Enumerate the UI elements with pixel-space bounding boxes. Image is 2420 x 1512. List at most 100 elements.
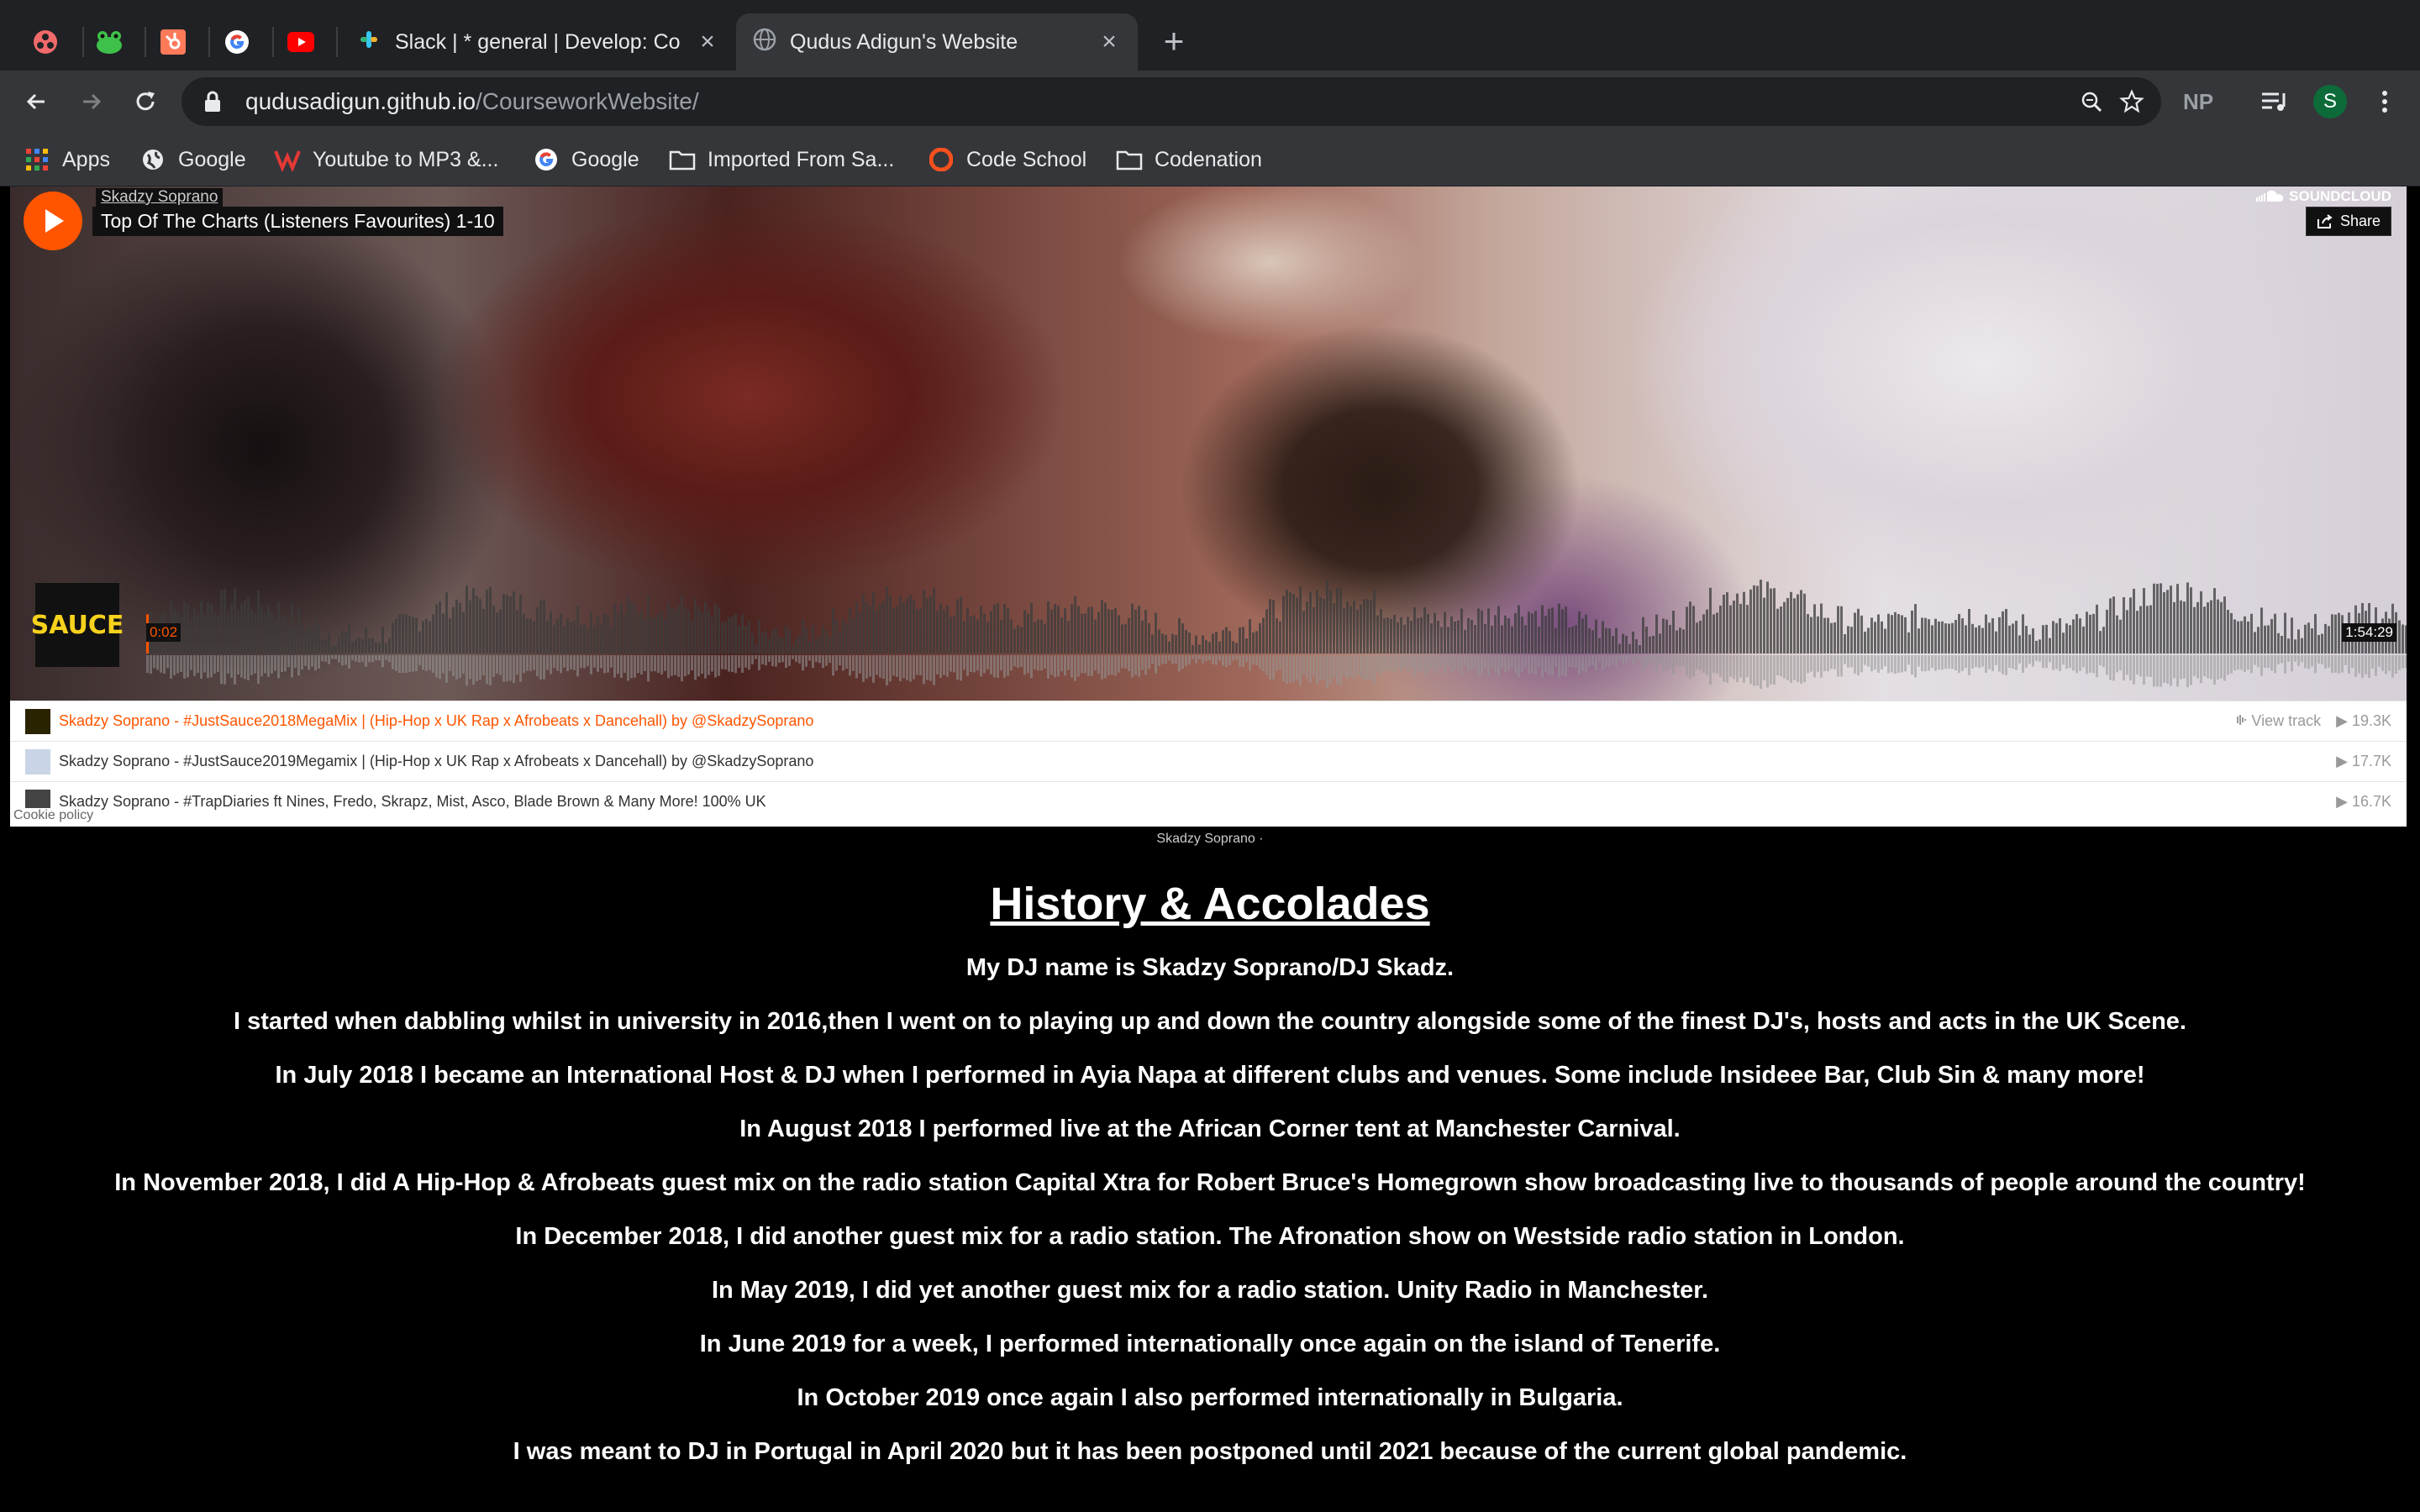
url-host: qudusadigun.github.io [245,88,476,114]
zoom-icon[interactable] [2075,86,2107,118]
view-track-link[interactable]: View track [2233,712,2321,730]
track-thumb [25,748,50,774]
track-list-title: Skadzy Soprano - #JustSauce2019Megamix |… [59,753,814,769]
share-button[interactable]: Share [2305,207,2391,236]
hubspot-icon[interactable] [150,18,197,66]
play-count: ▶ 16.7K [2336,793,2391,810]
tab-qudus-website[interactable]: Qudus Adigun's Website × [736,13,1138,71]
bookmark-label: Code School [966,147,1087,171]
ytmp3-icon [274,146,301,173]
bookmarks-bar: Apps Google Youtube to MP3 &... Google I… [0,133,2420,186]
track-list-item[interactable]: Skadzy Soprano - #TrapDiaries ft Nines, … [10,781,2407,822]
frog-icon[interactable] [86,18,133,66]
history-paragraph: In July 2018 I became an International H… [275,1062,2145,1089]
bookmark-youtube-mp3[interactable]: Youtube to MP3 &... [274,143,498,176]
folder-icon [669,146,696,173]
history-paragraph: In October 2019 once again I also perfor… [797,1384,1623,1411]
play-count-value: 17.7K [2351,753,2391,769]
url-path: /CourseworkWebsite/ [476,88,699,114]
star-icon[interactable] [2116,86,2148,118]
profile-initial: S [2313,85,2347,118]
browser-toolbar: qudusadigun.github.io/CourseworkWebsite/… [0,71,2420,133]
track-list-item[interactable]: Skadzy Soprano - #JustSauce2018MegaMix |… [10,701,2407,741]
back-button[interactable] [17,82,55,121]
google-icon [533,146,560,173]
np-extension-icon[interactable]: NP [2183,82,2213,121]
bookmark-google-1[interactable]: Google [139,143,246,176]
artwork-image: Skadzy Soprano Top Of The Charts (Listen… [10,186,2407,701]
tab-title: Slack | * general | Develop: Co [395,29,681,54]
current-time: 0:02 [146,623,182,642]
lock-icon[interactable] [200,89,225,114]
track-list: Skadzy Soprano - #JustSauce2018MegaMix |… [10,701,2407,827]
play-button[interactable] [24,192,82,250]
track-thumbnail[interactable]: SAUCE [31,583,124,667]
share-icon [2317,213,2333,228]
history-paragraph: In August 2018 I performed live at the A… [739,1116,1681,1142]
tab-strip: Slack | * general | Develop: Co × Qudus … [0,0,2420,71]
bookmark-label: Codenation [1155,147,1262,171]
bookmark-label: Google [571,147,639,171]
waveform-icon [2237,715,2247,725]
globe-icon [753,28,776,57]
soundcloud-logo-text: SOUNDCLOUD [2289,188,2391,204]
menu-icon[interactable] [2368,82,2402,121]
bookmark-google-2[interactable]: Google [533,143,639,176]
new-tab-button[interactable]: + [1155,21,1193,60]
bookmark-label: Imported From Sa... [708,147,895,171]
duration: 1:54:29 [2342,623,2396,642]
bookmark-label: Youtube to MP3 &... [313,147,499,171]
bookmark-label: Google [178,147,246,171]
address-bar[interactable]: qudusadigun.github.io/CourseworkWebsite/ [182,77,2161,126]
track-list-item[interactable]: Skadzy Soprano - #JustSauce2019Megamix |… [10,741,2407,781]
soundcloud-logo[interactable]: SOUNDCLOUD [2255,188,2391,205]
close-icon[interactable]: × [1097,28,1121,55]
play-count-value: 16.7K [2351,793,2391,810]
share-label: Share [2339,213,2381,229]
embed-credit[interactable]: Skadzy Soprano · [0,832,2420,847]
youtube-icon[interactable] [277,18,324,66]
forward-button[interactable] [72,82,111,121]
history-paragraph: I was meant to DJ in Portugal in April 2… [513,1438,1907,1465]
bookmark-folder-imported[interactable]: Imported From Sa... [669,143,894,176]
history-paragraph: In June 2019 for a week, I performed int… [699,1331,1721,1357]
cookie-policy-link[interactable]: Cookie policy [10,808,97,823]
thumbnail-text: SAUCE [30,610,124,640]
bookmark-code-school[interactable]: Code School [928,143,1086,176]
history-paragraph: I started when dabbling whilst in univer… [234,1008,2186,1035]
track-list-title: Skadzy Soprano - #TrapDiaries ft Nines, … [59,793,766,810]
history-paragraph: My DJ name is Skadzy Soprano/DJ Skadz. [965,954,1455,981]
play-count: ▶ 17.7K [2336,753,2391,769]
waveform[interactable] [146,580,2407,689]
folder-icon [1116,146,1143,173]
section-heading: History & Accolades [990,879,1430,929]
artist-link[interactable]: Skadzy Soprano [96,188,224,207]
url-text[interactable]: qudusadigun.github.io/CourseworkWebsite/ [245,88,699,115]
view-track-label: View track [2251,712,2322,729]
close-icon[interactable]: × [696,28,719,55]
reload-button[interactable] [126,82,165,121]
track-thumb [25,708,50,734]
track-list-title: Skadzy Soprano - #JustSauce2018MegaMix |… [59,712,814,729]
profile-avatar[interactable]: S [2311,82,2349,121]
slack-icon [356,27,381,58]
soundcloud-cloud-icon [2256,190,2284,202]
track-title[interactable]: Top Of The Charts (Listeners Favourites)… [92,207,503,236]
soundcloud-player: Skadzy Soprano Top Of The Charts (Listen… [10,186,2407,827]
history-paragraph: In November 2018, I did A Hip-Hop & Afro… [114,1169,2306,1196]
google-icon[interactable] [213,18,260,66]
globe-icon [139,146,166,173]
apps-grid-icon [24,146,50,173]
tab-slack[interactable]: Slack | * general | Develop: Co × [339,13,736,71]
bookmark-apps[interactable]: Apps [24,143,110,176]
history-paragraph: In December 2018, I did another guest mi… [515,1223,1905,1250]
bookmark-label: Apps [62,147,110,171]
history-section: History & Accolades My DJ name is Skadzy… [0,874,2420,1478]
play-count-value: 19.3K [2351,712,2391,729]
play-count: ▶ 19.3K [2336,712,2391,729]
media-controls-icon[interactable] [2255,82,2294,121]
asana-icon[interactable] [22,18,69,66]
tab-title: Qudus Adigun's Website [790,29,1018,54]
code-school-icon [928,146,955,173]
bookmark-folder-codenation[interactable]: Codenation [1116,143,1262,176]
